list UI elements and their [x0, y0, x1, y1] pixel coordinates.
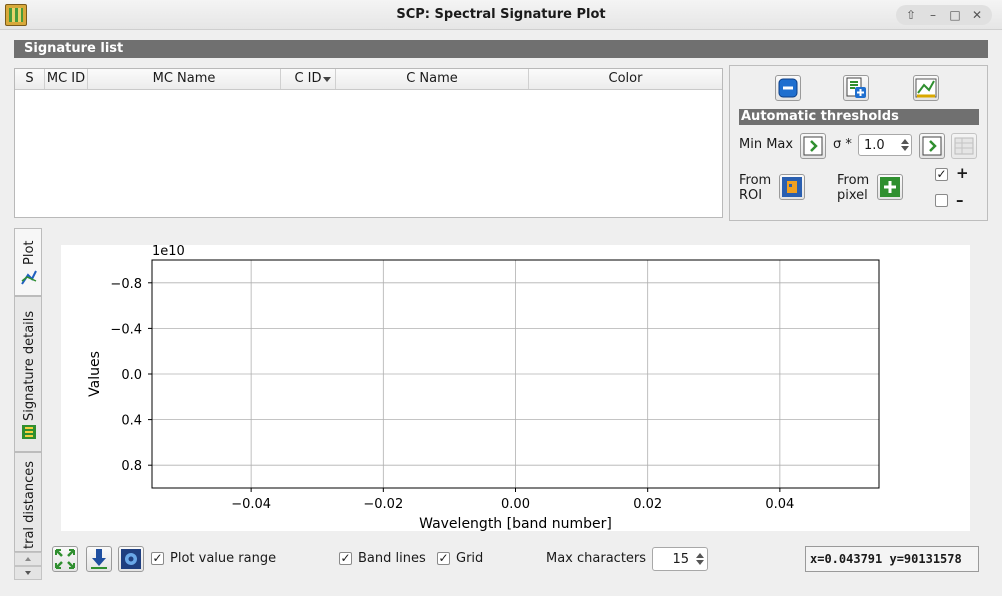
chevron-up-icon: [25, 557, 31, 561]
fit-plot-button[interactable]: [52, 546, 78, 572]
column-header-c-id-label: C ID: [294, 71, 322, 86]
plus-symbol: +: [956, 164, 969, 182]
tab-spectral-distances[interactable]: tral distances: [14, 452, 42, 552]
sigma-apply-button[interactable]: [919, 133, 945, 159]
from-roi-label-line2: ROI: [739, 188, 763, 203]
ruler-plot-icon: [915, 78, 937, 98]
plus-checkbox[interactable]: ✓: [935, 168, 948, 181]
signature-details-tab-icon: [22, 425, 36, 439]
band-lines-checkbox[interactable]: ✓: [339, 552, 352, 565]
sigma-label: σ *: [833, 137, 852, 152]
arrow-right-icon: [803, 136, 823, 156]
x-tick-label: 0.00: [501, 497, 530, 512]
tab-signature-details-label: Signature details: [22, 310, 37, 421]
download-arrow-icon: [91, 549, 107, 569]
spin-up-icon[interactable]: [696, 553, 704, 558]
grid-label: Grid: [456, 551, 484, 566]
signature-table[interactable]: S MC ID MC Name C ID C Name Color: [14, 68, 723, 218]
table-icon: [954, 137, 974, 155]
min-max-button[interactable]: [800, 133, 826, 159]
window-title: SCP: Spectral Signature Plot: [396, 7, 606, 22]
window-controls: ⇧ – □ ✕: [896, 5, 992, 25]
column-header-color[interactable]: Color: [529, 69, 722, 89]
y-tick-label: 0.4: [121, 414, 142, 429]
band-lines-label: Band lines: [358, 551, 426, 566]
x-axis-ticks: −0.04 −0.02 0.00 0.02 0.04: [231, 488, 794, 512]
automatic-thresholds-header: Automatic thresholds: [739, 109, 979, 125]
y-tick-label: 0.0: [121, 368, 142, 383]
spin-up-icon[interactable]: [901, 139, 909, 144]
close-button[interactable]: ✕: [968, 8, 986, 22]
arrow-right-icon: [922, 136, 942, 156]
import-signature-button[interactable]: [843, 75, 869, 101]
minus-checkbox[interactable]: [935, 194, 948, 207]
spin-down-icon[interactable]: [901, 146, 909, 151]
title-bar: SCP: Spectral Signature Plot ⇧ – □ ✕: [0, 0, 1002, 30]
band-set-threshold-button[interactable]: [951, 133, 977, 159]
import-library-icon: [846, 77, 866, 98]
signature-list-header: Signature list: [14, 40, 988, 58]
table-header: S MC ID MC Name C ID C Name Color: [15, 69, 722, 90]
plot-tab-icon: [21, 270, 37, 285]
minus-icon: [778, 78, 798, 98]
sigma-spinbox[interactable]: 1.0: [858, 134, 912, 156]
pixel-add-icon: [880, 177, 900, 197]
column-header-s[interactable]: S: [15, 69, 45, 89]
max-characters-spinbox[interactable]: 15: [652, 547, 708, 571]
tab-signature-details[interactable]: Signature details: [14, 296, 42, 452]
y-tick-label: 0.8: [121, 459, 142, 474]
keep-above-button[interactable]: ⇧: [902, 8, 920, 22]
add-signature-to-list-button[interactable]: [86, 546, 112, 572]
sort-descending-icon: [323, 77, 331, 82]
grid-lines: [152, 260, 879, 488]
minus-symbol: –: [956, 191, 964, 209]
plot-value-range-label: Plot value range: [170, 551, 277, 566]
tab-plot[interactable]: Plot: [14, 228, 42, 296]
y-axis-label: Values: [87, 351, 103, 397]
export-plot-button[interactable]: [913, 75, 939, 101]
plot-value-range-checkbox[interactable]: ✓: [151, 552, 164, 565]
y-tick-label: −0.4: [110, 322, 142, 337]
from-pixel-button[interactable]: [877, 174, 903, 200]
plot-image-icon: [121, 549, 141, 569]
min-max-label: Min Max: [739, 137, 794, 152]
grid-checkbox[interactable]: ✓: [437, 552, 450, 565]
roi-icon: [782, 177, 802, 197]
y-axis-ticks: −0.8 −0.4 0.0 0.4 0.8: [110, 277, 152, 474]
tab-plot-label: Plot: [22, 240, 37, 265]
maximize-button[interactable]: □: [946, 8, 964, 22]
fit-to-extent-icon: [55, 549, 75, 569]
x-tick-label: 0.02: [633, 497, 662, 512]
max-characters-value: 15: [672, 552, 689, 567]
spectral-plot[interactable]: −0.04 −0.02 0.00 0.02 0.04 −0.8 −0.4 0.0 0.4 0.8…: [61, 245, 970, 531]
plot-canvas[interactable]: −0.04 −0.02 0.00 0.02 0.04 −0.8 −0.4 0.0 0.4 0.8…: [61, 245, 970, 531]
tab-scroll-down[interactable]: [14, 566, 42, 580]
x-tick-label: 0.04: [765, 497, 794, 512]
sigma-value: 1.0: [864, 138, 885, 153]
x-tick-label: −0.04: [231, 497, 271, 512]
column-header-mc-id[interactable]: MC ID: [45, 69, 88, 89]
tab-scroll-up[interactable]: [14, 552, 42, 566]
minimize-button[interactable]: –: [924, 8, 942, 22]
column-header-mc-name[interactable]: MC Name: [88, 69, 281, 89]
tab-spectral-distances-label: tral distances: [22, 460, 37, 549]
from-roi-button[interactable]: [779, 174, 805, 200]
y-offset-label: 1e10: [152, 245, 185, 259]
x-axis-label: Wavelength [band number]: [419, 516, 612, 531]
plot-options-button[interactable]: [118, 546, 144, 572]
from-pixel-label-line1: From: [837, 173, 870, 188]
remove-signature-button[interactable]: [775, 75, 801, 101]
tools-panel: Automatic thresholds Min Max σ * 1.0 Fro…: [729, 65, 988, 221]
chevron-down-icon: [25, 571, 31, 575]
column-header-c-id[interactable]: C ID: [281, 69, 336, 89]
y-tick-label: −0.8: [110, 277, 142, 292]
cursor-coordinates: x=0.043791 y=90131578: [805, 546, 979, 572]
from-roi-label-line1: From: [739, 173, 772, 188]
max-characters-label: Max characters: [546, 551, 647, 566]
x-tick-label: −0.02: [363, 497, 403, 512]
spin-down-icon[interactable]: [696, 560, 704, 565]
column-header-c-name[interactable]: C Name: [336, 69, 529, 89]
from-pixel-label-line2: pixel: [837, 188, 868, 203]
